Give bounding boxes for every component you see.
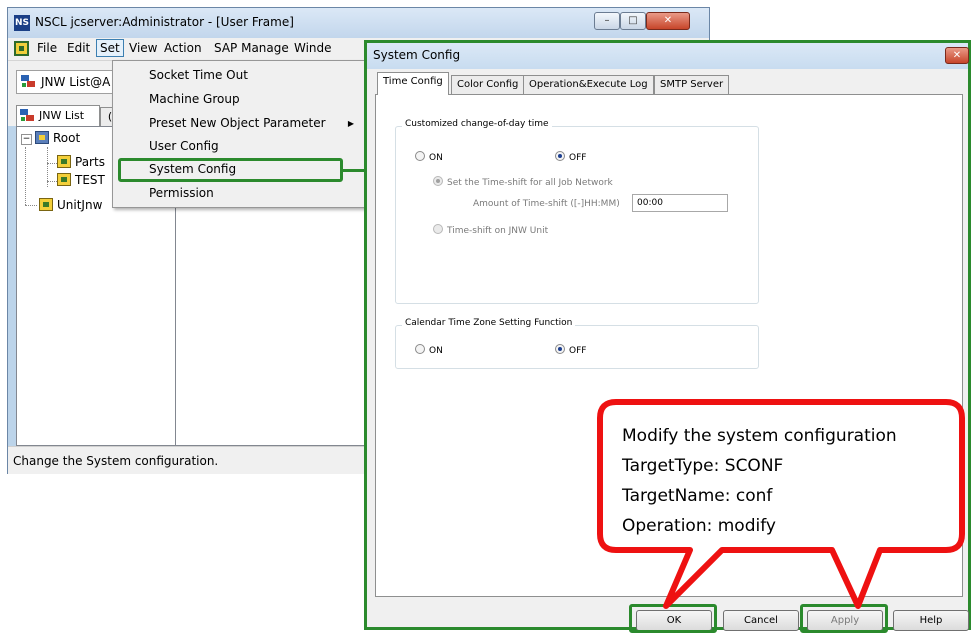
menu-sap-manage[interactable]: SAP Manage — [211, 41, 292, 55]
calendar-timezone-on-radio[interactable]: ON — [415, 342, 443, 356]
radio-label: OFF — [569, 346, 587, 356]
tree-node-label: Root — [53, 131, 81, 145]
folder-icon — [35, 131, 49, 144]
tab-jnw-list[interactable]: JNW List — [16, 105, 100, 126]
radio-button-icon — [415, 344, 425, 354]
minimize-button[interactable]: – — [594, 12, 620, 30]
timeshift-all-radio[interactable]: Set the Time-shift for all Job Network — [433, 174, 613, 188]
jnw-list-combo[interactable]: JNW List@A — [16, 70, 126, 94]
submenu-arrow-icon: ▶ — [347, 119, 354, 128]
jnw-list-icon — [21, 75, 35, 87]
menu-window[interactable]: Winde — [291, 41, 335, 55]
system-config-highlight — [118, 158, 343, 182]
radio-button-selected-icon — [555, 151, 565, 161]
maximize-button[interactable]: □ — [620, 12, 646, 30]
app-logo-icon: NS — [14, 15, 30, 31]
menu-edit[interactable]: Edit — [64, 41, 93, 55]
dialog-title: System Config — [373, 48, 461, 62]
radio-label: ON — [429, 153, 443, 163]
tree-node-unitjnw[interactable]: UnitJnw — [39, 198, 102, 212]
change-of-day-off-radio[interactable]: OFF — [555, 149, 586, 163]
radio-button-icon — [433, 224, 443, 234]
menu-item-permission[interactable]: Permission — [115, 182, 364, 205]
tree-node-parts[interactable]: Parts — [57, 155, 105, 169]
menu-item-label: Preset New Object Parameter — [149, 116, 326, 130]
help-button[interactable]: Help — [893, 610, 969, 631]
jnw-list-tab-icon — [20, 109, 34, 121]
ok-button-highlight — [629, 604, 717, 633]
tree-node-label: UnitJnw — [57, 198, 103, 212]
unit-jobnet-icon — [39, 198, 53, 211]
main-titlebar[interactable]: NS NSCL jcserver:Administrator - [User F… — [8, 8, 709, 38]
callout-line: TargetType: SCONF — [622, 456, 784, 476]
jobnet-icon — [57, 155, 71, 168]
tree-node-label: TEST — [75, 173, 105, 187]
tab-time-config[interactable]: Time Config — [377, 72, 449, 95]
menu-action[interactable]: Action — [161, 41, 205, 55]
window-title: NSCL jcserver:Administrator - [User Fram… — [35, 15, 294, 29]
collapse-icon[interactable]: − — [21, 134, 32, 145]
menu-file[interactable]: File — [34, 41, 60, 55]
menu-set[interactable]: Set — [96, 39, 124, 57]
tab-smtp-server[interactable]: SMTP Server — [654, 75, 730, 95]
menu-view[interactable]: View — [126, 41, 160, 55]
menu-item-user-config[interactable]: User Config — [115, 135, 364, 158]
system-config-dialog: System Config ✕ Time Config Color Config… — [364, 40, 971, 633]
status-text: Change the System configuration. — [13, 454, 219, 468]
menu-item-socket-time-out[interactable]: Socket Time Out — [115, 64, 364, 87]
timeshift-amount-label: Amount of Time-shift ([-]HH:MM) — [473, 199, 620, 209]
radio-button-selected-icon — [555, 344, 565, 354]
dialog-titlebar[interactable]: System Config ✕ — [367, 43, 969, 69]
cancel-button[interactable]: Cancel — [723, 610, 799, 631]
tree-node-label: Parts — [75, 155, 105, 169]
radio-button-icon — [415, 151, 425, 161]
change-of-day-group: Customized change-of-day time ON OFF Set… — [395, 119, 759, 304]
radio-button-selected-icon — [433, 176, 443, 186]
tree-guide-line — [47, 163, 57, 164]
tree-node-test[interactable]: TEST — [57, 173, 105, 187]
jobnet-icon — [57, 173, 71, 186]
tree-guide-line — [47, 181, 57, 182]
change-of-day-on-radio[interactable]: ON — [415, 149, 443, 163]
callout-line: TargetName: conf — [622, 486, 773, 506]
group-legend: Customized change-of-day time — [402, 119, 552, 129]
callout-line: Modify the system configuration — [622, 426, 897, 446]
tab-color-config[interactable]: Color Config — [451, 75, 525, 95]
callout-line: Operation: modify — [622, 516, 776, 536]
dialog-close-button[interactable]: ✕ — [945, 47, 969, 64]
tree-guide-line — [25, 205, 37, 206]
jnw-list-combo-text: JNW List@A — [41, 75, 111, 89]
group-legend: Calendar Time Zone Setting Function — [402, 318, 576, 328]
tab-operation-execute-log[interactable]: Operation&Execute Log — [523, 75, 654, 95]
tab-jnw-list-label: JNW List — [39, 109, 85, 122]
radio-label: Set the Time-shift for all Job Network — [447, 178, 613, 188]
tree-guide-line — [25, 147, 26, 205]
calendar-timezone-group: Calendar Time Zone Setting Function ON O… — [395, 318, 759, 369]
radio-label: OFF — [569, 153, 587, 163]
radio-label: ON — [429, 346, 443, 356]
timeshift-unit-radio[interactable]: Time-shift on JNW Unit — [433, 222, 548, 236]
menu-item-machine-group[interactable]: Machine Group — [115, 88, 364, 111]
calendar-timezone-off-radio[interactable]: OFF — [555, 342, 586, 356]
menu-item-preset-new-object-parameter[interactable]: Preset New Object Parameter ▶ — [115, 112, 364, 135]
apply-button-highlight — [800, 604, 888, 633]
close-button[interactable]: ✕ — [646, 12, 690, 30]
menubar-app-icon[interactable] — [14, 41, 29, 56]
set-menu-dropdown: Socket Time Out Machine Group Preset New… — [112, 60, 367, 208]
tree-node-root[interactable]: − Root — [21, 131, 80, 145]
radio-label: Time-shift on JNW Unit — [447, 226, 549, 236]
timeshift-amount-input[interactable]: 00:00 — [632, 194, 728, 212]
